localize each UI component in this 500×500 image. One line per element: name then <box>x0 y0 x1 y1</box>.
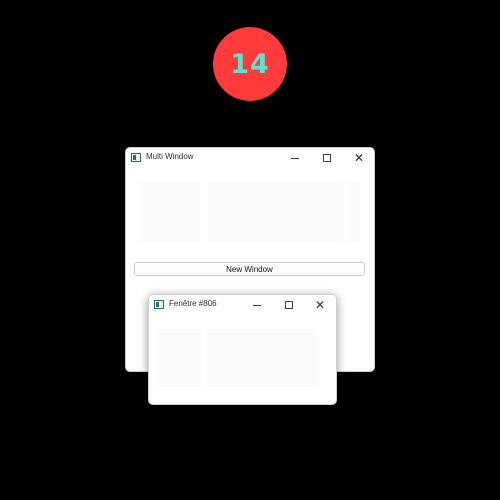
content-panel-left <box>157 329 201 387</box>
main-window-title: Multi Window <box>146 152 194 161</box>
main-window-titlebar[interactable]: Multi Window ✕ <box>126 148 374 168</box>
window-app-icon <box>131 153 141 162</box>
child-window-title: Fenêtre #806 <box>169 299 217 308</box>
content-panel-right <box>207 329 317 387</box>
maximize-button[interactable] <box>316 150 338 166</box>
maximize-icon <box>323 154 331 162</box>
child-window-titlebar[interactable]: Fenêtre #806 ✕ <box>149 295 336 315</box>
close-icon: ✕ <box>314 298 326 312</box>
close-button[interactable]: ✕ <box>348 150 370 166</box>
minimize-button[interactable] <box>284 150 306 166</box>
child-window: Fenêtre #806 ✕ <box>148 294 337 405</box>
minimize-icon <box>253 304 261 306</box>
minimize-button[interactable] <box>246 297 268 313</box>
step-number-badge: 14 <box>213 27 287 101</box>
maximize-icon <box>285 301 293 309</box>
new-window-button[interactable]: New Window <box>134 262 365 276</box>
close-icon: ✕ <box>353 151 365 165</box>
content-panel-right <box>208 182 342 242</box>
minimize-icon <box>291 157 299 159</box>
close-button[interactable]: ✕ <box>309 297 331 313</box>
step-number: 14 <box>230 48 270 80</box>
content-panel-edge <box>348 182 360 242</box>
content-panel-left <box>140 182 200 242</box>
window-app-icon <box>154 300 164 309</box>
maximize-button[interactable] <box>278 297 300 313</box>
